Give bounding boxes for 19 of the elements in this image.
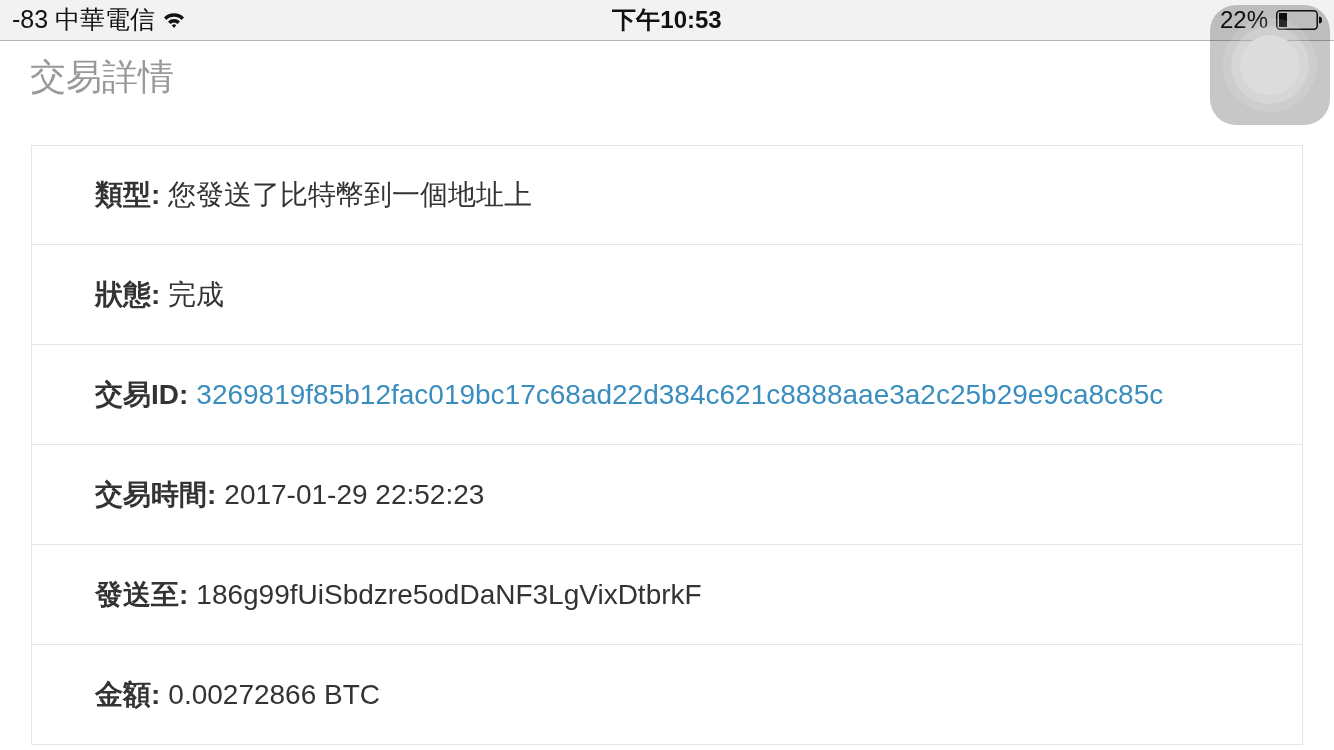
page-title: 交易詳情	[30, 55, 174, 99]
transaction-id-link[interactable]: 3269819f85b12fac019bc17c68ad22d384c621c8888aae3a2c25b29e9ca8c85c	[196, 373, 1164, 416]
field-label: 交易時間:	[95, 477, 217, 512]
battery-icon	[1276, 10, 1322, 30]
field-value: 您發送了比特幣到一個地址上	[168, 178, 533, 212]
wifi-icon	[163, 12, 186, 28]
field-value: 0.00272866 BTC	[168, 677, 381, 712]
battery-percent: 22%	[1219, 5, 1268, 35]
clock-time: 下午10:53	[612, 5, 722, 35]
field-value: 2017-01-29 22:52:23	[224, 477, 485, 512]
field-label: 金額:	[95, 677, 161, 712]
field-value: 完成	[168, 277, 225, 312]
assistive-touch-button[interactable]	[1210, 5, 1330, 125]
field-label: 交易ID:	[95, 377, 189, 412]
carrier-text: -83 中華電信	[12, 4, 156, 36]
field-label: 發送至:	[95, 577, 189, 612]
field-label: 類型:	[95, 178, 161, 212]
field-value: 186g99fUiSbdzre5odDaNF3LgVixDtbrkF	[196, 577, 702, 612]
field-label: 狀態:	[95, 277, 161, 312]
